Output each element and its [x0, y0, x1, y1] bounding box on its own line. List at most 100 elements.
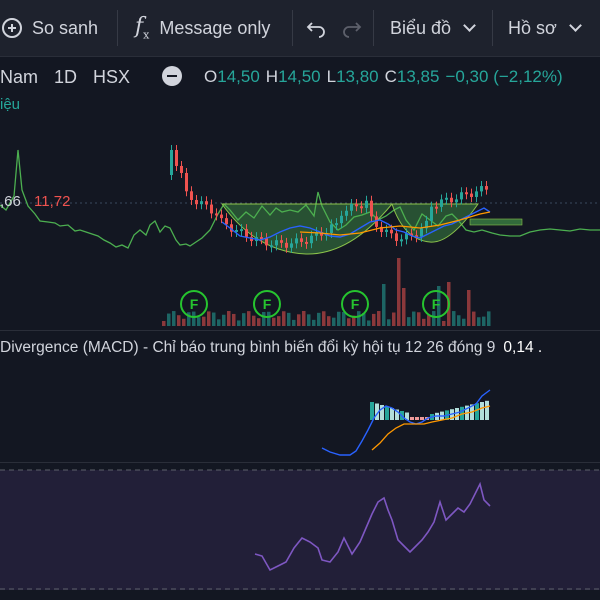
candle-body — [450, 197, 453, 203]
volume-bar — [222, 314, 226, 326]
volume-bar — [477, 317, 481, 326]
macd-histogram-bar — [455, 408, 459, 420]
handle-zone — [469, 218, 523, 226]
volume-bar — [422, 318, 426, 326]
event-badge[interactable]: F — [253, 290, 281, 318]
candle-body — [305, 241, 308, 244]
volume-bar — [347, 318, 351, 326]
macd-histogram-bar — [410, 417, 414, 420]
candle-body — [455, 199, 458, 203]
candle-body — [480, 186, 483, 192]
volume-bar — [402, 288, 406, 326]
candle-body — [335, 223, 338, 226]
candle-body — [270, 245, 273, 248]
candle-body — [470, 193, 473, 197]
volume-bar — [202, 316, 206, 326]
last-price-right-label: 11,72 — [34, 193, 71, 210]
volume-bar — [172, 311, 176, 326]
volume-bar — [297, 314, 301, 326]
volume-bar — [162, 321, 166, 326]
volume-bar — [292, 319, 296, 326]
candle-body — [240, 229, 243, 232]
volume-bar — [252, 315, 256, 326]
macd-legend-text: Divergence (MACD) - Chỉ báo trung bình b… — [0, 339, 496, 356]
volume-bar — [182, 318, 186, 326]
volume-bar — [332, 317, 336, 326]
candle-body — [375, 216, 378, 227]
volume-bar — [232, 313, 236, 326]
candle-body — [430, 206, 433, 221]
candle-body — [355, 204, 358, 207]
candle-body — [485, 186, 488, 190]
candle-body — [200, 201, 203, 205]
candle-body — [350, 204, 353, 211]
candle-body — [300, 238, 303, 242]
volume-bar — [462, 318, 466, 326]
candle-body — [225, 218, 228, 225]
volume-bar — [387, 319, 391, 326]
volume-bar — [217, 319, 221, 326]
pane-divider[interactable] — [0, 330, 600, 331]
volume-bar — [277, 316, 281, 326]
volume-bar — [457, 315, 461, 326]
candle-body — [190, 191, 193, 200]
macd-histogram-bar — [420, 417, 424, 420]
pane-divider[interactable] — [0, 462, 600, 463]
candle-body — [265, 238, 268, 246]
macd-line — [321, 389, 491, 456]
volume-bar — [407, 317, 411, 326]
volume-bar — [167, 313, 171, 326]
candle-body — [245, 229, 248, 237]
macd-value: 0,14 . — [503, 339, 543, 356]
candle-body — [400, 239, 403, 242]
candle-body — [170, 150, 173, 175]
volume-bar — [417, 312, 421, 326]
volume-bar — [302, 311, 306, 326]
volume-bar — [367, 320, 371, 326]
volume-bar — [482, 316, 486, 326]
volume-bar — [247, 311, 251, 326]
macd-histogram-bar — [475, 403, 479, 420]
volume-bar — [392, 312, 396, 326]
candle-body — [420, 228, 423, 237]
volume-bar — [287, 312, 291, 326]
volume-bar — [237, 320, 241, 326]
volume-bar — [307, 314, 311, 326]
macd-histogram-bar — [480, 402, 484, 420]
macd-histogram-bar — [385, 406, 389, 420]
candle-body — [210, 204, 213, 214]
macd-histogram-bar — [485, 400, 489, 420]
candle-body — [205, 201, 208, 205]
candle-body — [340, 215, 343, 224]
event-badge[interactable]: F — [422, 290, 450, 318]
volume-bar — [282, 311, 286, 326]
event-badge[interactable]: F — [180, 290, 208, 318]
cup-pattern-right — [391, 203, 479, 243]
candle-body — [465, 192, 468, 195]
candle-body — [440, 199, 443, 207]
macd-histogram-bar — [370, 402, 374, 420]
volume-bar — [312, 319, 316, 326]
candle-body — [280, 240, 283, 243]
candle-body — [435, 206, 438, 209]
candle-body — [395, 233, 398, 241]
volume-bar — [487, 311, 491, 326]
candle-body — [330, 224, 333, 234]
rsi-background — [0, 470, 600, 590]
candle-body — [360, 206, 363, 209]
volume-bar — [377, 311, 381, 326]
candle-body — [220, 214, 223, 219]
candle-body — [275, 240, 278, 246]
volume-bar — [197, 317, 201, 326]
volume-bar — [242, 313, 246, 326]
macd-legend: Divergence (MACD) - Chỉ báo trung bình b… — [0, 339, 542, 357]
volume-bar — [452, 311, 456, 326]
candle-body — [185, 172, 188, 192]
macd-histogram-bar — [390, 408, 394, 420]
volume-bar — [322, 311, 326, 326]
candle-body — [310, 235, 313, 244]
candle-body — [180, 165, 183, 173]
volume-bar — [257, 318, 261, 326]
chart-canvas[interactable] — [0, 0, 600, 600]
event-badge[interactable]: F — [341, 290, 369, 318]
